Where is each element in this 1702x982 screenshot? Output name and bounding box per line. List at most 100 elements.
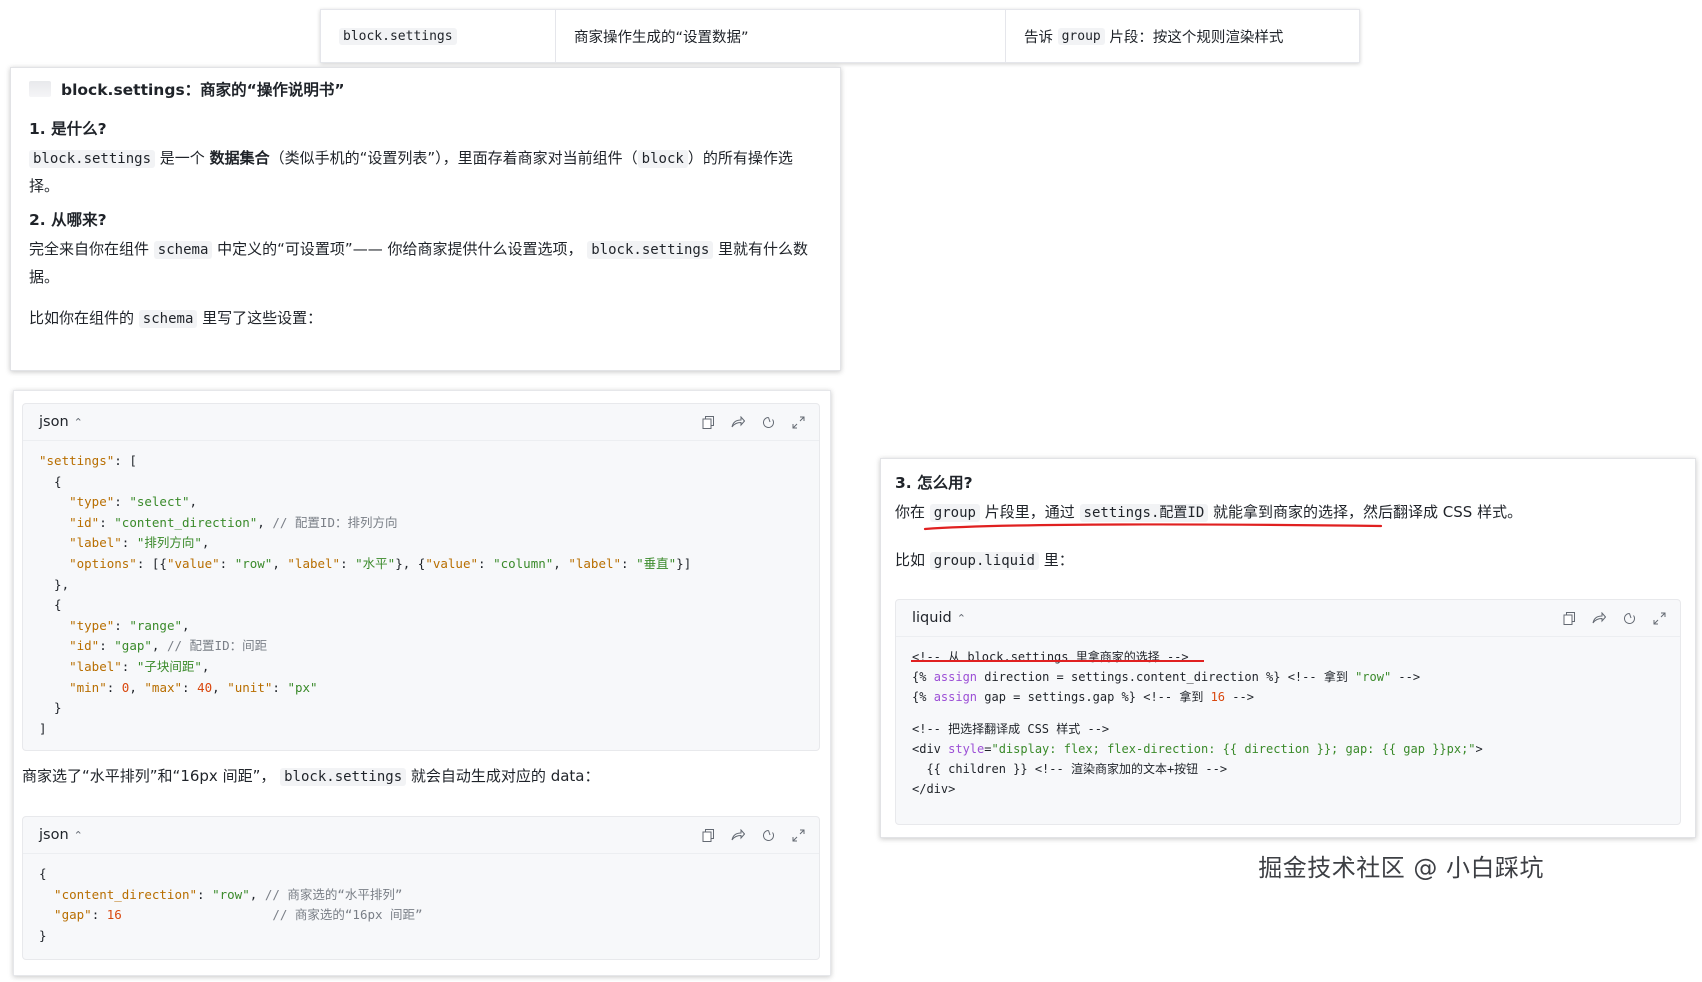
text: 比如你在组件的 bbox=[29, 309, 135, 327]
code-token: , bbox=[182, 617, 190, 633]
table-cell-text: 告诉 bbox=[1024, 29, 1053, 46]
code-line: "id": "gap", // 配置ID：间距 bbox=[39, 636, 803, 657]
code-block-header: json ⌃ bbox=[23, 817, 819, 854]
share-icon[interactable] bbox=[731, 415, 745, 429]
language-toggle[interactable]: json ⌃ bbox=[39, 414, 83, 430]
code-token: : bbox=[272, 679, 288, 695]
code-token: "垂直" bbox=[636, 555, 677, 571]
code-token: "水平" bbox=[355, 555, 396, 571]
inline-code: block.settings bbox=[280, 768, 407, 786]
chevron-up-icon: ⌃ bbox=[73, 828, 83, 842]
table-cell-source: 商家操作生成的“设置数据” bbox=[556, 10, 1006, 62]
code-line: } bbox=[39, 926, 803, 947]
code-token: "gap" bbox=[114, 638, 152, 654]
inline-code: settings.配置ID bbox=[1079, 504, 1209, 522]
copy-icon[interactable] bbox=[1562, 611, 1576, 625]
wrap-icon[interactable] bbox=[761, 415, 775, 429]
expand-icon[interactable] bbox=[791, 415, 805, 429]
inline-code: block.settings bbox=[29, 150, 156, 168]
paragraph-what: block.settings 是一个 数据集合（类似手机的“设置列表”），里面存… bbox=[29, 145, 822, 200]
table-cell-code: group bbox=[1057, 27, 1105, 45]
text: 片段里，通过 bbox=[984, 503, 1075, 521]
table-cell-purpose: 告诉 group 片段：按这个规则渲染样式 bbox=[1006, 10, 1359, 62]
wrap-icon[interactable] bbox=[761, 828, 775, 842]
wrap-icon[interactable] bbox=[1622, 611, 1636, 625]
code-block-data: json ⌃ { "content_direction": "row", // … bbox=[22, 816, 820, 960]
code-token: 40 bbox=[197, 679, 213, 695]
text: 你在 bbox=[895, 503, 926, 521]
code-token: // 配置ID：排列方向 bbox=[272, 514, 398, 530]
code-line: { bbox=[39, 864, 803, 885]
code-token: "子块间距" bbox=[136, 658, 202, 674]
explanation-card-3: 3. 怎么用? 你在 group 片段里，通过 settings.配置ID 就能… bbox=[880, 458, 1696, 838]
code-line: </div> bbox=[912, 779, 1664, 799]
code-token: "select" bbox=[129, 494, 190, 510]
code-toolbar bbox=[1562, 611, 1666, 625]
code-token: direction = settings.content_direction %… bbox=[977, 670, 1356, 684]
section-heading: 3. 怎么用? bbox=[895, 474, 973, 492]
code-token: "value" bbox=[425, 555, 479, 571]
text: 是一个 bbox=[159, 149, 205, 167]
code-token: "row" bbox=[1355, 670, 1392, 684]
inline-code: schema bbox=[138, 310, 198, 328]
code-line: {% assign gap = settings.gap %} <!-- 拿到 … bbox=[912, 687, 1664, 707]
table-cell-text: 片段：按这个规则渲染样式 bbox=[1109, 29, 1284, 46]
paragraph-example-file: 比如 group.liquid 里： bbox=[895, 547, 1681, 575]
code-token: { bbox=[39, 597, 62, 613]
code-token: "unit" bbox=[227, 679, 273, 695]
copy-icon[interactable] bbox=[701, 828, 715, 842]
code-line: "gap": 16 // 商家选的“16px 间距” bbox=[39, 905, 803, 926]
code-token: "px" bbox=[287, 679, 318, 695]
share-icon[interactable] bbox=[731, 828, 745, 842]
code-token: "value" bbox=[166, 555, 220, 571]
code-token: "content_direction" bbox=[114, 514, 258, 530]
text: 完全来自你在组件 bbox=[29, 240, 150, 258]
code-token: "settings" bbox=[39, 453, 115, 468]
code-line: "min": 0, "max": 40, "unit": "px" bbox=[39, 678, 803, 699]
inline-code: block.settings bbox=[587, 241, 714, 259]
expand-icon[interactable] bbox=[1652, 611, 1666, 625]
code-token: "gap" bbox=[39, 907, 92, 923]
code-token: : bbox=[114, 494, 130, 510]
language-label: json bbox=[39, 414, 69, 430]
code-token: "row" bbox=[212, 886, 250, 902]
language-toggle[interactable]: json ⌃ bbox=[39, 827, 83, 843]
code-token: : bbox=[478, 555, 494, 571]
code-token: "column" bbox=[493, 555, 554, 571]
code-token: assign bbox=[933, 690, 978, 704]
code-token: "排列方向" bbox=[136, 535, 202, 551]
code-token: "content_direction" bbox=[39, 886, 198, 902]
paragraph-where: 完全来自你在组件 schema 中定义的“可设置项”—— 你给商家提供什么设置选… bbox=[29, 236, 822, 291]
code-token: "id" bbox=[39, 514, 100, 530]
text: 就会自动生成对应的 data： bbox=[410, 767, 600, 785]
code-token: <!-- 从 block.settings 里拿商家的选择 --> bbox=[912, 650, 1189, 664]
code-content: "settings": [ { "type": "select", "id": … bbox=[23, 441, 819, 749]
code-token: </div> bbox=[912, 782, 956, 796]
code-token: : bbox=[91, 907, 107, 923]
code-line: <!-- 从 block.settings 里拿商家的选择 --> bbox=[912, 647, 1664, 667]
code-token: } bbox=[39, 700, 62, 716]
language-toggle[interactable]: liquid ⌃ bbox=[912, 610, 966, 626]
inline-code: group.liquid bbox=[929, 552, 1039, 570]
code-token: : bbox=[106, 679, 122, 695]
code-line: "options": [{"value": "row", "label": "水… bbox=[39, 554, 803, 575]
table-cell-code: block.settings bbox=[339, 27, 457, 45]
code-token: {{ children }} <!-- 渲染商家加的文本+按钮 --> bbox=[912, 762, 1228, 776]
language-label: liquid bbox=[912, 610, 952, 626]
code-token: assign bbox=[933, 670, 978, 684]
text: （类似手机的“设置列表”），里面存着商家对当前组件（ bbox=[269, 149, 638, 167]
expand-icon[interactable] bbox=[791, 828, 805, 842]
code-token: <div bbox=[912, 742, 949, 756]
copy-icon[interactable] bbox=[701, 415, 715, 429]
inline-code: schema bbox=[153, 241, 213, 259]
bold-text: 数据集合 bbox=[209, 149, 270, 167]
code-line: "type": "select", bbox=[39, 492, 803, 513]
code-token: "type" bbox=[39, 617, 115, 633]
code-token: <!-- 把选择翻译成 CSS 样式 --> bbox=[912, 722, 1110, 736]
share-icon[interactable] bbox=[1592, 611, 1606, 625]
text: 商家选了“水平排列”和“16px 间距”， bbox=[22, 767, 276, 785]
code-token: style bbox=[948, 742, 985, 756]
paragraph-generated: 商家选了“水平排列”和“16px 间距”， block.settings 就会自… bbox=[22, 763, 822, 791]
code-line: ] bbox=[39, 719, 803, 740]
code-token: "options" bbox=[39, 555, 137, 571]
